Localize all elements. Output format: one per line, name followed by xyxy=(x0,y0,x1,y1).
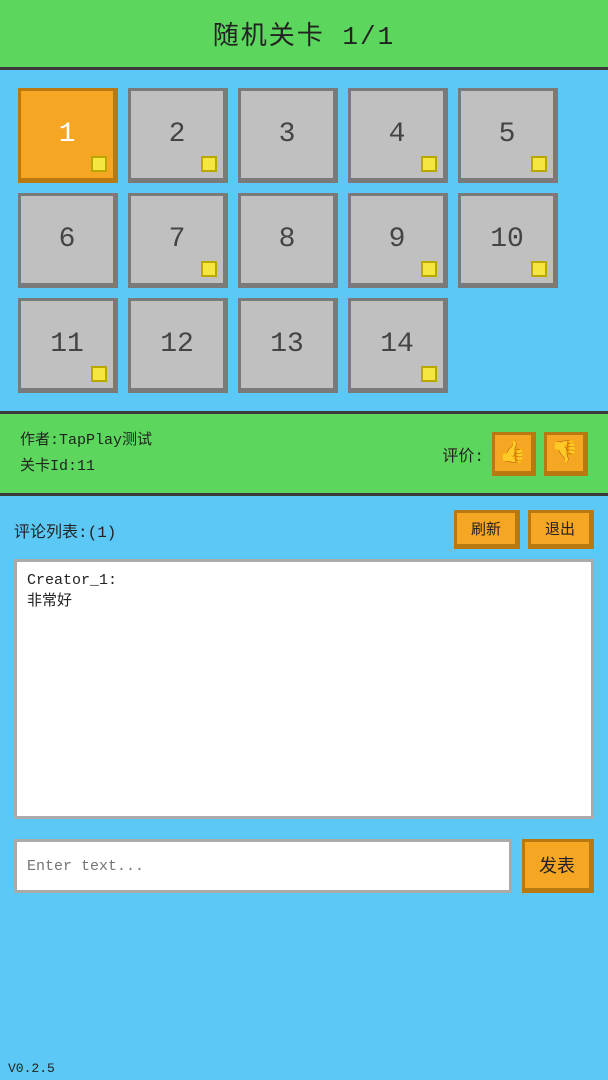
level-btn-12[interactable]: 12 xyxy=(128,298,228,393)
level-btn-10[interactable]: 10 xyxy=(458,193,558,288)
thumb-down-icon: 👎 xyxy=(551,440,578,466)
info-area: 作者:TapPlay测试 关卡Id:11 评价: 👍 👎 xyxy=(0,414,608,496)
author-label: 作者:TapPlay测试 xyxy=(20,428,152,454)
header: 随机关卡 1/1 xyxy=(0,0,608,70)
level-btn-2[interactable]: 2 xyxy=(128,88,228,183)
version-label: V0.2.5 xyxy=(8,1061,55,1076)
coin-icon xyxy=(91,366,107,382)
comment-area: 评论列表:(1) 刷新 退出 Creator_1: 非常好 xyxy=(0,496,608,819)
comment-title: 评论列表:(1) xyxy=(14,518,116,542)
level-btn-8[interactable]: 8 xyxy=(238,193,338,288)
coin-icon xyxy=(421,261,437,277)
level-btn-7[interactable]: 7 xyxy=(128,193,228,288)
rating-label: 评价: xyxy=(442,442,484,466)
thumb-up-button[interactable]: 👍 xyxy=(492,432,536,476)
coin-icon xyxy=(91,156,107,172)
comment-header: 评论列表:(1) 刷新 退出 xyxy=(14,510,594,549)
coin-icon xyxy=(201,156,217,172)
thumb-up-icon: 👍 xyxy=(499,440,526,466)
coin-icon xyxy=(201,261,217,277)
level-btn-13[interactable]: 13 xyxy=(238,298,338,393)
level-grid: 1234567891011121314 xyxy=(18,88,590,393)
comment-box: Creator_1: 非常好 xyxy=(14,559,594,819)
coin-icon xyxy=(531,156,547,172)
level-id-label: 关卡Id:11 xyxy=(20,454,152,480)
level-btn-6[interactable]: 6 xyxy=(18,193,118,288)
coin-icon xyxy=(421,366,437,382)
info-left: 作者:TapPlay测试 关卡Id:11 xyxy=(20,428,152,479)
level-btn-14[interactable]: 14 xyxy=(348,298,448,393)
input-row: 发表 xyxy=(0,829,608,897)
level-btn-5[interactable]: 5 xyxy=(458,88,558,183)
info-right: 评价: 👍 👎 xyxy=(442,432,588,476)
coin-icon xyxy=(421,156,437,172)
level-btn-1[interactable]: 1 xyxy=(18,88,118,183)
text-input[interactable] xyxy=(14,839,512,893)
coin-icon xyxy=(531,261,547,277)
level-btn-9[interactable]: 9 xyxy=(348,193,448,288)
level-btn-4[interactable]: 4 xyxy=(348,88,448,183)
comment-content: Creator_1: 非常好 xyxy=(27,572,581,610)
level-area: 1234567891011121314 xyxy=(0,70,608,414)
refresh-button[interactable]: 刷新 xyxy=(454,510,520,549)
exit-button[interactable]: 退出 xyxy=(528,510,594,549)
level-btn-3[interactable]: 3 xyxy=(238,88,338,183)
submit-button[interactable]: 发表 xyxy=(522,839,594,893)
page-title: 随机关卡 1/1 xyxy=(213,15,395,52)
comment-actions: 刷新 退出 xyxy=(454,510,594,549)
level-btn-11[interactable]: 11 xyxy=(18,298,118,393)
thumb-down-button[interactable]: 👎 xyxy=(544,432,588,476)
